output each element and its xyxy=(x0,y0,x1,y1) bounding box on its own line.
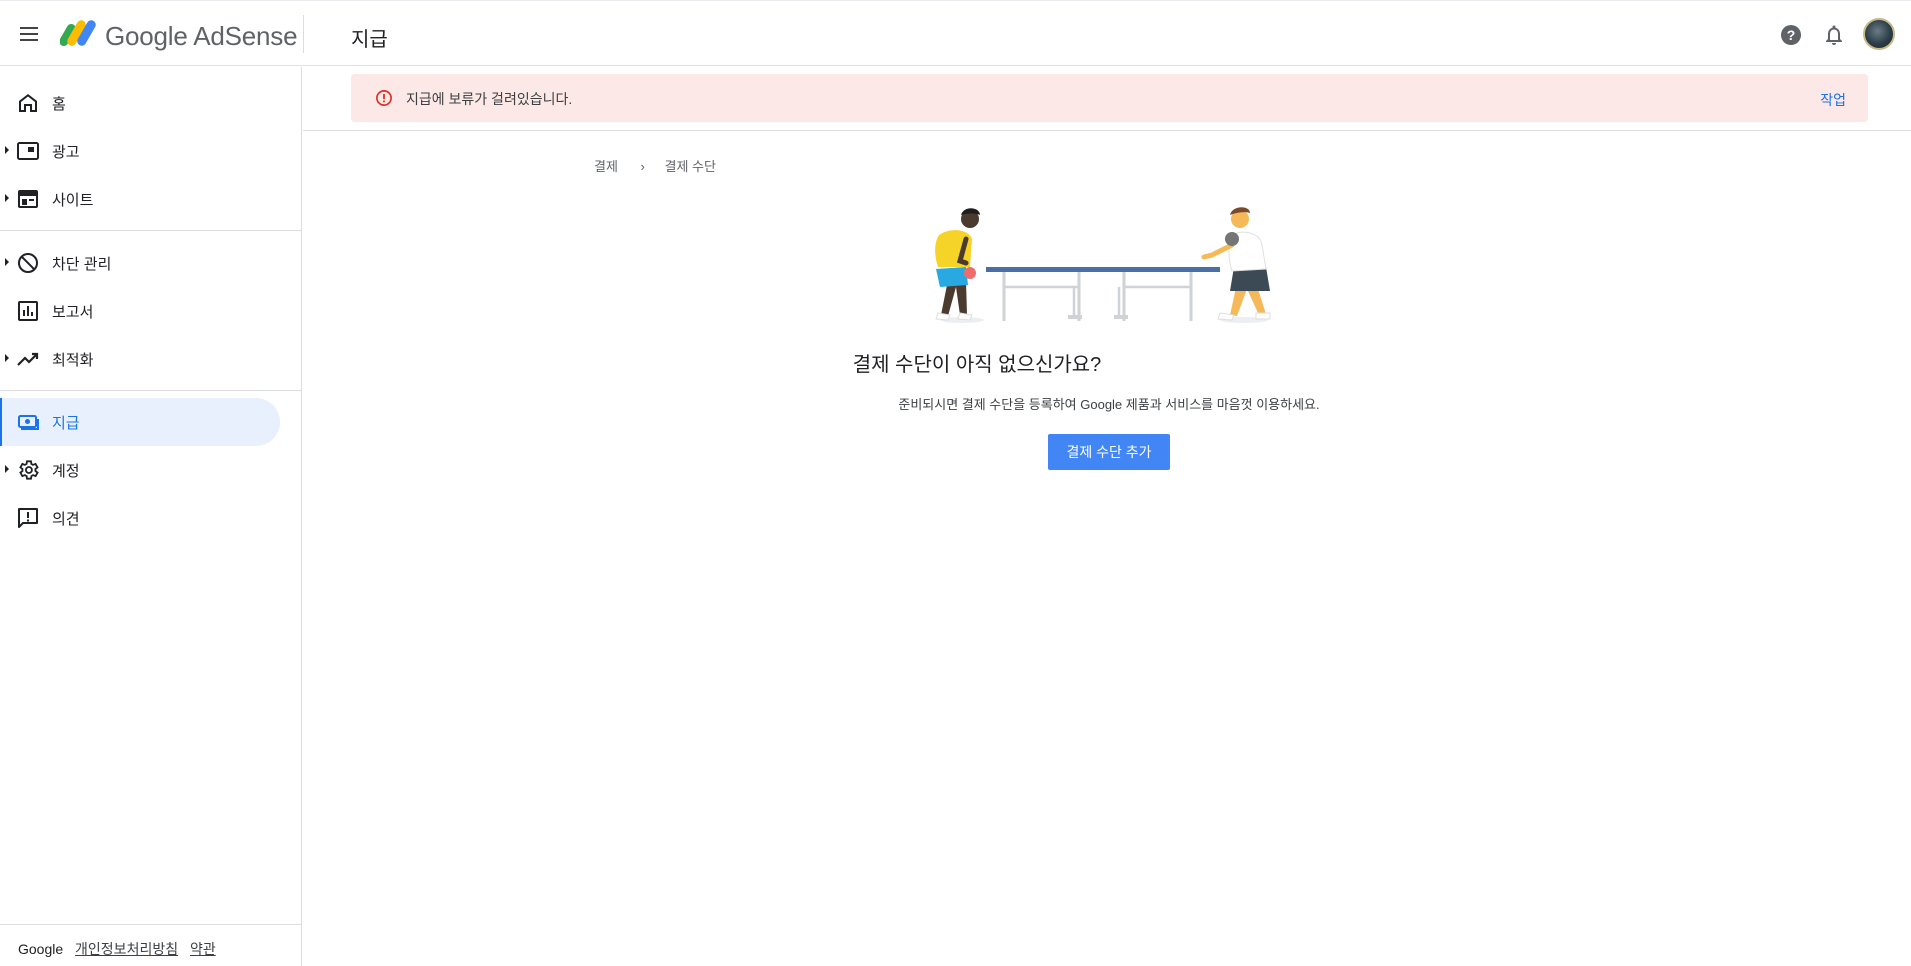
sidebar-item-home[interactable]: 홈 xyxy=(0,79,280,127)
help-icon[interactable]: ? xyxy=(1779,23,1803,47)
topbar-divider xyxy=(303,15,304,53)
sidebar-footer: Google 개인정보처리방침 약관 xyxy=(0,924,302,966)
empty-state-description: 준비되시면 결제 수단을 등록하여 Google 제품과 서비스를 마음껏 이용… xyxy=(898,397,1320,412)
sidebar-item-reports[interactable]: 보고서 xyxy=(0,287,280,335)
ping-pong-illustration xyxy=(935,207,1271,323)
expand-caret-icon[interactable] xyxy=(5,194,9,202)
feedback-icon xyxy=(18,508,38,528)
account-avatar[interactable] xyxy=(1863,18,1895,50)
sidebar-divider xyxy=(0,390,302,391)
error-icon xyxy=(376,90,392,106)
sidebar-item-optimization[interactable]: 최적화 xyxy=(0,335,280,383)
chevron-right-icon: › xyxy=(640,159,645,174)
payment-hold-alert: 지급에 보류가 걸려있습니다. 작업 xyxy=(351,74,1868,122)
sidebar-item-account[interactable]: 계정 xyxy=(0,446,280,494)
sidebar-item-label: 계정 xyxy=(52,463,80,480)
breadcrumb: 결제 › 결제 수단 xyxy=(594,156,716,175)
breadcrumb-payments-link[interactable]: 결제 xyxy=(594,159,618,174)
reports-icon xyxy=(18,301,38,321)
gear-icon xyxy=(19,460,39,480)
home-icon xyxy=(19,94,37,112)
alert-action-link[interactable]: 작업 xyxy=(1820,90,1846,110)
sidebar-item-label: 지급 xyxy=(52,415,80,432)
terms-link[interactable]: 약관 xyxy=(190,941,216,957)
content-divider xyxy=(303,130,1911,131)
top-app-bar: Google AdSense 지급 ? xyxy=(0,0,1911,66)
empty-state-title: 결제 수단이 아직 없으신가요? xyxy=(852,354,1102,376)
notifications-icon[interactable] xyxy=(1822,23,1846,47)
sidebar-item-block-management[interactable]: 차단 관리 xyxy=(0,239,280,287)
footer-google: Google xyxy=(18,941,64,957)
optimization-icon xyxy=(17,352,39,366)
ads-icon xyxy=(17,142,39,160)
sidebar-item-label: 홈 xyxy=(52,96,66,113)
expand-caret-icon[interactable] xyxy=(5,258,9,266)
sidebar: 홈 광고 사이트 차단 관리 보고서 최적화 지급 계정 의견 Google 개… xyxy=(0,67,302,966)
sidebar-item-sites[interactable]: 사이트 xyxy=(0,175,280,223)
sidebar-item-label: 차단 관리 xyxy=(52,256,112,273)
privacy-link[interactable]: 개인정보처리방침 xyxy=(75,941,178,957)
breadcrumb-current: 결제 수단 xyxy=(664,159,716,174)
payments-icon xyxy=(18,415,39,430)
sidebar-item-label: 보고서 xyxy=(52,304,94,321)
expand-caret-icon[interactable] xyxy=(5,146,9,154)
sidebar-item-payments[interactable]: 지급 xyxy=(0,398,280,446)
expand-caret-icon[interactable] xyxy=(5,465,9,473)
sidebar-item-label: 최적화 xyxy=(52,352,94,369)
add-payment-method-button[interactable]: 결제 수단 추가 xyxy=(1048,434,1170,470)
sidebar-divider xyxy=(0,230,302,231)
svg-text:?: ? xyxy=(1787,27,1796,43)
sidebar-item-label: 의견 xyxy=(52,511,80,528)
block-icon xyxy=(18,253,38,273)
brand-name: Google AdSense xyxy=(105,21,298,51)
sidebar-item-label: 광고 xyxy=(52,144,80,161)
adsense-logo xyxy=(60,20,96,46)
alert-message: 지급에 보류가 걸려있습니다. xyxy=(406,91,573,107)
expand-caret-icon[interactable] xyxy=(5,354,9,362)
menu-icon[interactable] xyxy=(16,21,42,47)
sites-icon xyxy=(18,190,38,208)
sidebar-item-feedback[interactable]: 의견 xyxy=(0,494,280,542)
page-title: 지급 xyxy=(351,29,388,51)
sidebar-item-label: 사이트 xyxy=(52,192,94,209)
sidebar-item-ads[interactable]: 광고 xyxy=(0,127,280,175)
